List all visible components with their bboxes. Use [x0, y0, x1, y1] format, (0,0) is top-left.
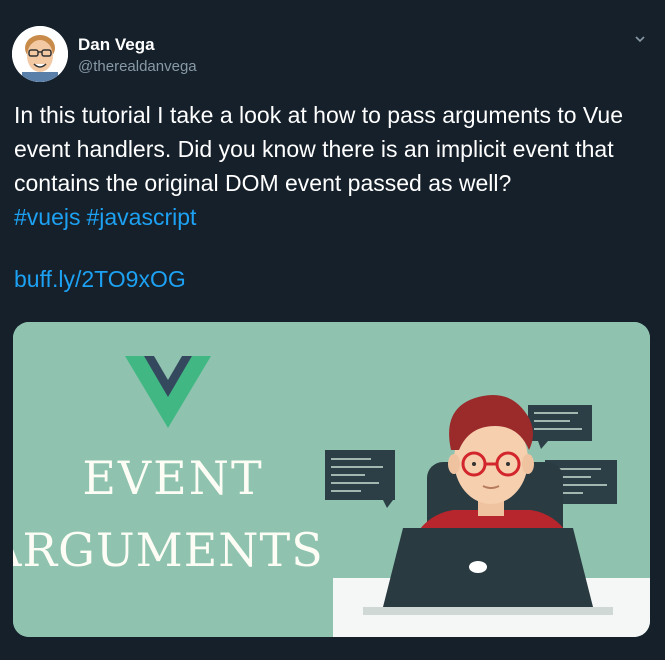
chevron-down-icon — [635, 36, 645, 43]
card-title-line-1: EVENT — [82, 451, 263, 505]
tweet-hashtags: #vuejs #javascript — [14, 200, 654, 234]
laptop-icon — [363, 528, 613, 615]
author-display-name[interactable]: Dan Vega — [78, 35, 197, 55]
author-block: Dan Vega @therealdanvega — [78, 35, 197, 77]
cartoon-avatar-icon — [12, 26, 68, 82]
tweet-menu-button[interactable] — [633, 32, 647, 46]
card-illustration: EVENT ARGUMENTS — [13, 322, 650, 637]
tweet-body: In this tutorial I take a look at how to… — [14, 102, 623, 196]
author-avatar[interactable] — [12, 26, 68, 82]
author-handle[interactable]: @therealdanvega — [78, 57, 197, 77]
hashtag-javascript[interactable]: #javascript — [86, 204, 196, 230]
hashtag-vuejs[interactable]: #vuejs — [14, 204, 80, 230]
link-card-image[interactable]: EVENT ARGUMENTS — [13, 322, 650, 637]
tweet: Dan Vega @therealdanvega In this tutoria… — [0, 0, 665, 660]
tweet-text: In this tutorial I take a look at how to… — [14, 98, 654, 234]
tweet-link[interactable]: buff.ly/2TO9xOG — [14, 262, 186, 296]
card-title-line-2: ARGUMENTS — [13, 523, 324, 577]
code-bubble-left — [325, 450, 395, 508]
